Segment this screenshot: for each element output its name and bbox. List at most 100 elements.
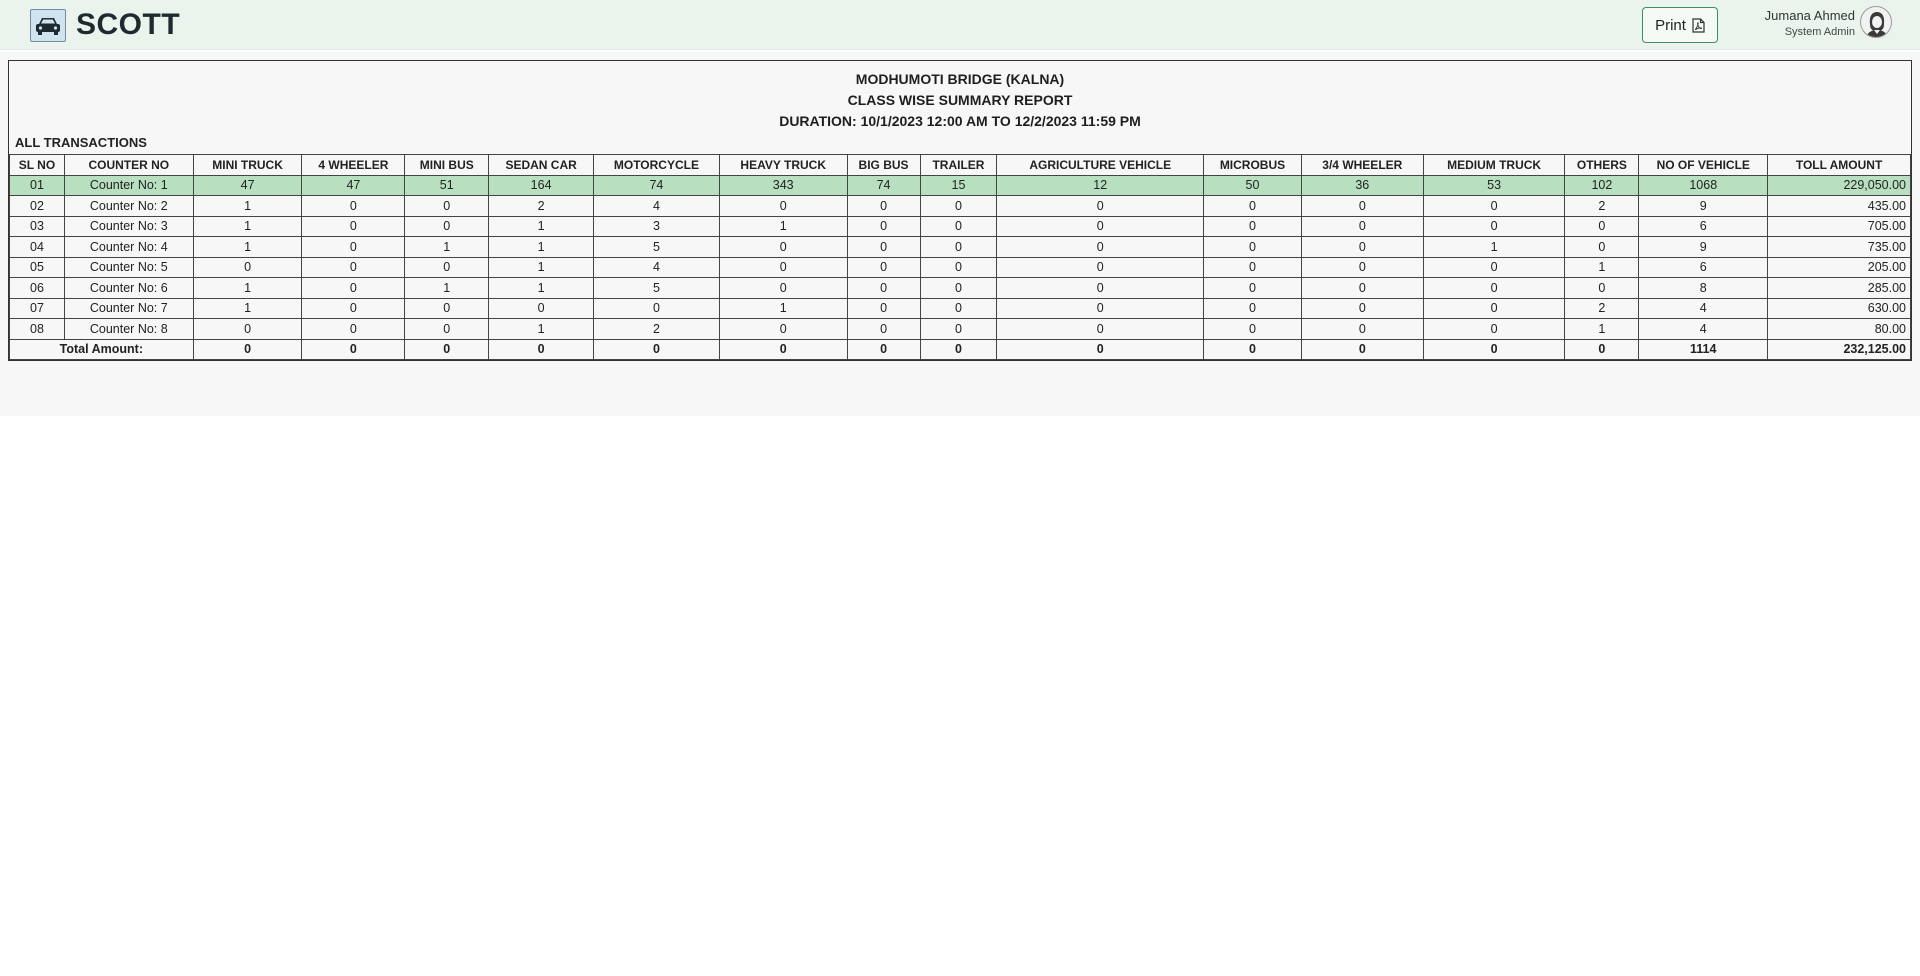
- brand-name[interactable]: SCOTT: [76, 8, 180, 42]
- table-cell: 5: [593, 277, 720, 299]
- total-label: Total Amount:: [9, 338, 194, 360]
- table-cell: 6: [1638, 256, 1769, 278]
- table-cell: 6: [1638, 215, 1769, 237]
- table-cell: 0: [301, 318, 406, 340]
- table-cell: 04: [9, 236, 65, 258]
- column-header: MINI BUS: [404, 154, 490, 176]
- table-cell: Counter No: 7: [63, 297, 194, 319]
- column-header: COUNTER NO: [63, 154, 194, 176]
- table-row[interactable]: 02 Counter No: 2 1 0 0 2 4 0 0 0 0 0 0 0 2 9 435.00: [9, 195, 1911, 217]
- table-cell: 630.00: [1767, 297, 1911, 319]
- table-cell: 102: [1564, 174, 1640, 196]
- table-cell: 1: [1564, 256, 1640, 278]
- table-cell: Counter No: 2: [63, 195, 194, 217]
- table-cell: 0: [718, 318, 848, 340]
- table-cell: 0: [1203, 256, 1302, 278]
- table-cell: 36: [1300, 174, 1424, 196]
- avatar-icon[interactable]: [1860, 6, 1892, 38]
- total-cell: 1114: [1638, 338, 1769, 360]
- table-cell: 1: [192, 277, 303, 299]
- table-cell: 0: [1422, 256, 1566, 278]
- table-cell: 735.00: [1767, 236, 1911, 258]
- report-duration: DURATION: 10/1/2023 12:00 AM TO 12/2/202…: [779, 113, 1141, 129]
- table-cell: 0: [1203, 215, 1302, 237]
- table-row[interactable]: 06 Counter No: 6 1 0 1 1 5 0 0 0 0 0 0 0 0 8 285.00: [9, 277, 1911, 299]
- table-row[interactable]: 07 Counter No: 7 1 0 0 0 0 1 0 0 0 0 0 0 2 4 630.00: [9, 297, 1911, 319]
- table-cell: 74: [846, 174, 921, 196]
- column-header: AGRICULTURE VEHICLE: [996, 154, 1205, 176]
- table-cell: 0: [919, 318, 998, 340]
- print-button[interactable]: Print: [1642, 7, 1718, 43]
- table-cell: 0: [996, 318, 1205, 340]
- table-cell: 53: [1422, 174, 1566, 196]
- table-cell: 0: [1564, 215, 1640, 237]
- total-cell: 0: [846, 338, 921, 360]
- table-cell: 0: [404, 215, 490, 237]
- column-header: SEDAN CAR: [488, 154, 595, 176]
- table-cell: Counter No: 5: [63, 256, 194, 278]
- table-cell: 0: [1203, 277, 1302, 299]
- table-cell: 0: [919, 256, 998, 278]
- table-cell: 1: [404, 236, 490, 258]
- summary-table: SL NO COUNTER NO MINI TRUCK 4 WHEELER MINI B…: [9, 154, 1911, 360]
- table-cell: 03: [9, 215, 65, 237]
- report-subtitle: CLASS WISE SUMMARY REPORT: [847, 92, 1073, 108]
- table-cell: 0: [718, 277, 848, 299]
- table-cell: 1068: [1638, 174, 1769, 196]
- table-cell: 1: [1564, 318, 1640, 340]
- table-cell: 15: [919, 174, 998, 196]
- table-row[interactable]: 08 Counter No: 8 0 0 0 1 2 0 0 0 0 0 0 0 1 4 80.00: [9, 318, 1911, 340]
- table-cell: 205.00: [1767, 256, 1911, 278]
- table-cell: 164: [488, 174, 595, 196]
- table-cell: 229,050.00: [1767, 174, 1911, 196]
- table-cell: 1: [718, 215, 848, 237]
- print-label: Print: [1655, 16, 1686, 34]
- total-cell: 0: [1422, 338, 1566, 360]
- car-logo-icon[interactable]: [30, 9, 66, 42]
- total-cell: 0: [1564, 338, 1640, 360]
- column-header: OTHERS: [1564, 154, 1640, 176]
- table-cell: 9: [1638, 236, 1769, 258]
- table-cell: 0: [846, 297, 921, 319]
- table-cell: 0: [1422, 297, 1566, 319]
- table-cell: 07: [9, 297, 65, 319]
- table-cell: 0: [1422, 195, 1566, 217]
- column-header: TRAILER: [919, 154, 998, 176]
- table-row[interactable]: 05 Counter No: 5 0 0 0 1 4 0 0 0 0 0 0 0 1 6 205.00: [9, 256, 1911, 278]
- table-cell: 1: [488, 236, 595, 258]
- table-cell: 0: [488, 297, 595, 319]
- report-title: MODHUMOTI BRIDGE (KALNA): [855, 71, 1065, 87]
- table-cell: 1: [488, 215, 595, 237]
- table-cell: 0: [1422, 215, 1566, 237]
- table-cell: 1: [488, 277, 595, 299]
- total-cell: 0: [1300, 338, 1424, 360]
- table-cell: 0: [919, 297, 998, 319]
- table-cell: 4: [1638, 297, 1769, 319]
- table-cell: 705.00: [1767, 215, 1911, 237]
- table-cell: 50: [1203, 174, 1302, 196]
- table-cell: 9: [1638, 195, 1769, 217]
- table-cell: 12: [996, 174, 1205, 196]
- table-row[interactable]: 01 Counter No: 1 47 47 51 164 74 343 74 15 12 50 36 5…: [9, 174, 1911, 196]
- table-cell: Counter No: 1: [63, 174, 194, 196]
- table-cell: 5: [593, 236, 720, 258]
- column-header: MINI TRUCK: [192, 154, 303, 176]
- table-cell: 47: [301, 174, 406, 196]
- user-name[interactable]: Jumana Ahmed: [1765, 8, 1855, 23]
- table-row[interactable]: 03 Counter No: 3 1 0 0 1 3 1 0 0 0 0 0 0 0 6 705.00: [9, 215, 1911, 237]
- column-header: SL NO: [9, 154, 65, 176]
- table-cell: 0: [1300, 318, 1424, 340]
- table-cell: 0: [1300, 195, 1424, 217]
- table-cell: 0: [919, 195, 998, 217]
- table-cell: 1: [192, 297, 303, 319]
- total-cell: 0: [192, 338, 303, 360]
- table-cell: 1: [488, 256, 595, 278]
- total-cell: 0: [488, 338, 595, 360]
- user-role: System Admin: [1784, 26, 1855, 38]
- table-cell: 0: [919, 215, 998, 237]
- total-cell: 0: [996, 338, 1205, 360]
- table-cell: 0: [1203, 195, 1302, 217]
- table-cell: 0: [996, 256, 1205, 278]
- table-row[interactable]: 04 Counter No: 4 1 0 1 1 5 0 0 0 0 0 0 1 0 9 735.00: [9, 236, 1911, 258]
- table-cell: 0: [1300, 297, 1424, 319]
